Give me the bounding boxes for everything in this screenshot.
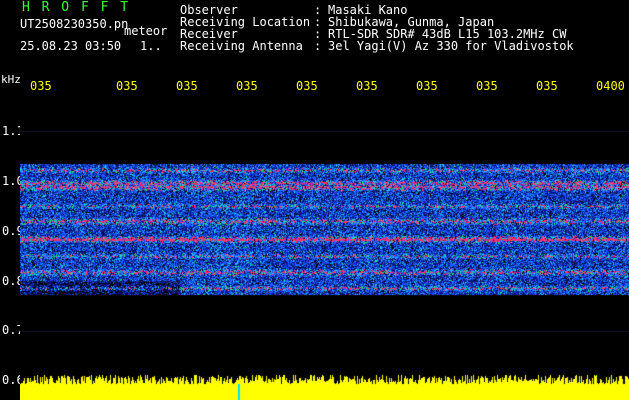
- time-tick: 0400: [596, 80, 625, 92]
- time-tick: 035: [30, 80, 52, 92]
- time-tick: 035: [296, 80, 318, 92]
- time-tick: 035: [476, 80, 498, 92]
- time-tick: 035: [236, 80, 258, 92]
- time-tick: 035: [116, 80, 138, 92]
- freq-unit-label: kHz: [1, 73, 21, 86]
- time-tick: 035: [536, 80, 558, 92]
- time-tick: 035: [356, 80, 378, 92]
- meta-value-antenna: 3el Yagi(V) Az 330 for Vladivostok: [328, 39, 574, 53]
- observation-kind: meteor: [124, 24, 168, 38]
- app-brand: H R O F F T: [22, 0, 131, 15]
- spectrogram-canvas: [20, 100, 629, 400]
- meta-key-antenna: Receiving Antenna: [180, 39, 303, 53]
- file-name: UT2508230350.pn: [20, 17, 129, 31]
- time-tick: 035: [416, 80, 438, 92]
- timestamp: 25.08.23 03:50: [20, 39, 122, 53]
- time-tick: 035: [176, 80, 198, 92]
- frame-index: 1..: [140, 39, 162, 53]
- meta-separator: :: [314, 39, 322, 53]
